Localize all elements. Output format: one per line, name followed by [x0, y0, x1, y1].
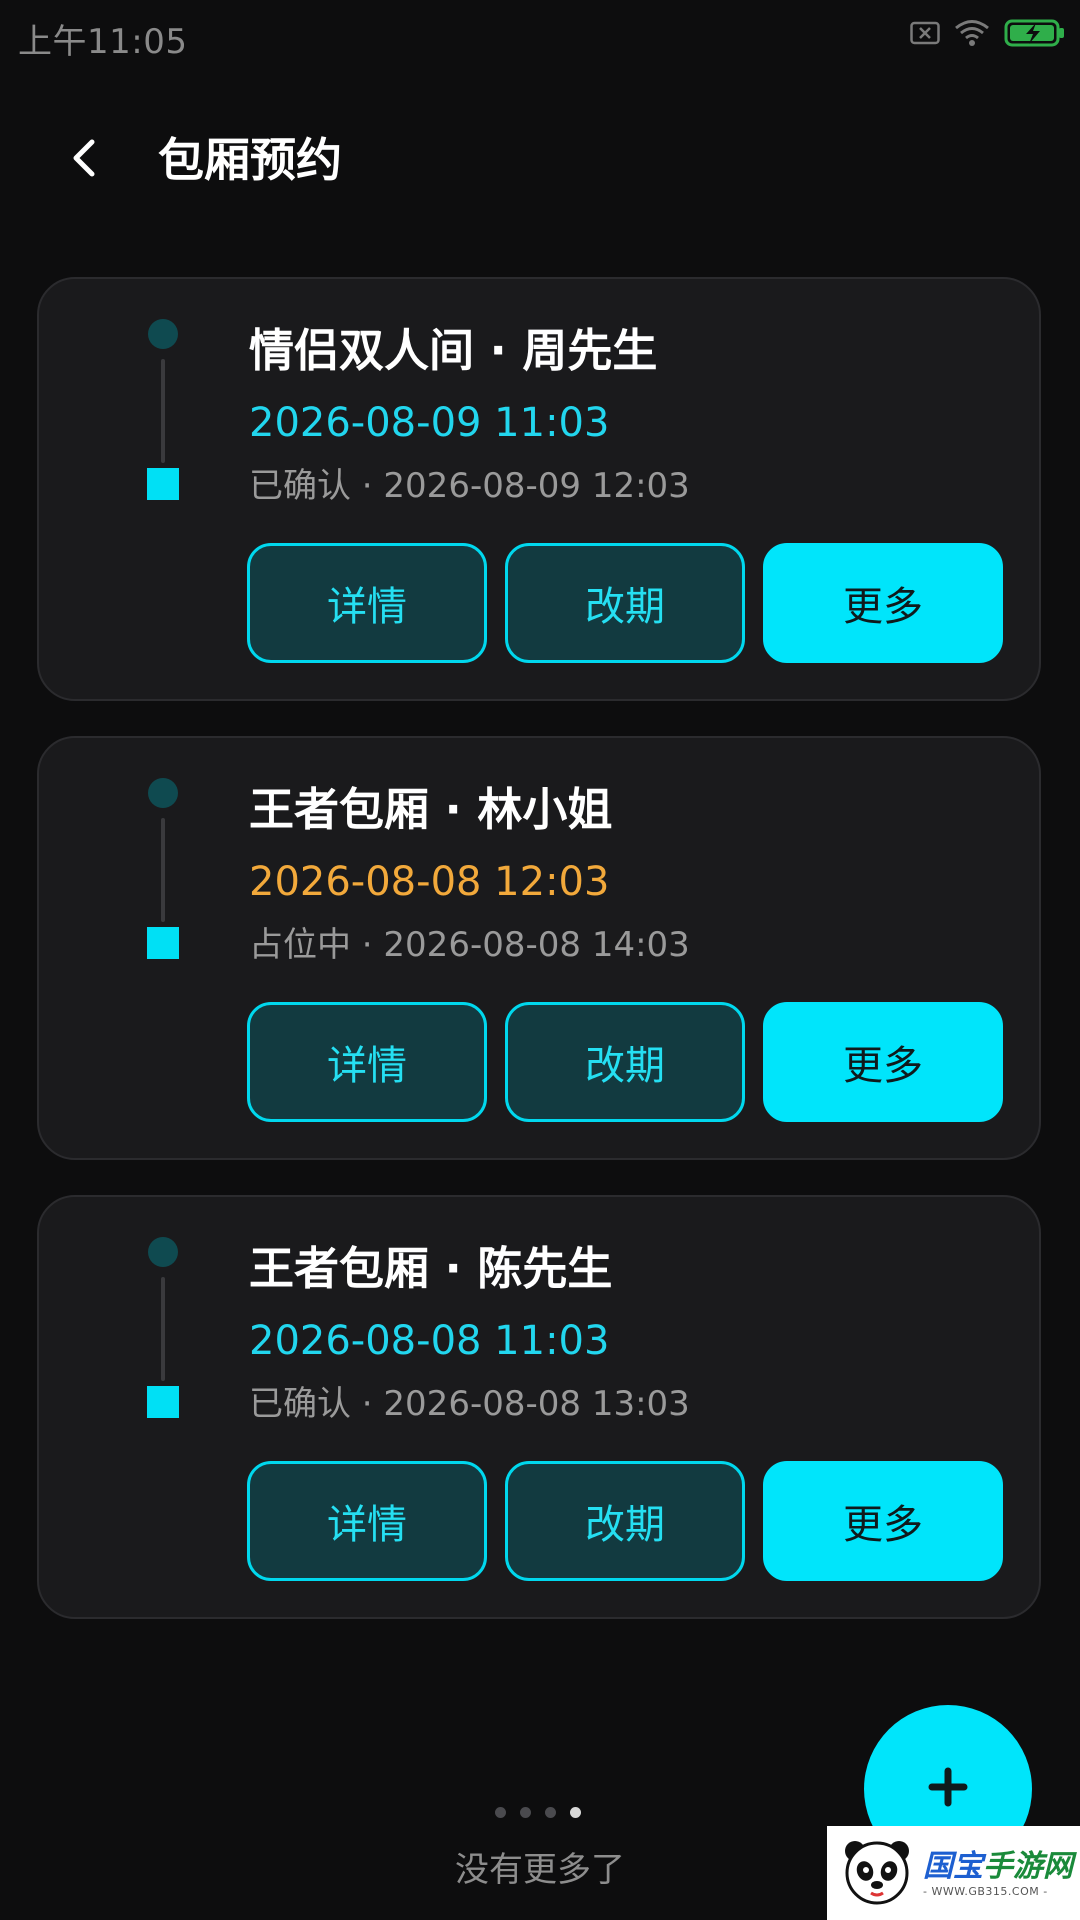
watermark-brand-part2: 手游网: [983, 1849, 1073, 1883]
details-button[interactable]: 详情: [247, 543, 487, 663]
plus-icon: [926, 1765, 970, 1813]
timeline-line: [161, 818, 165, 922]
panda-logo-icon: [841, 1835, 913, 1911]
timeline-start-dot: [148, 319, 178, 349]
more-button[interactable]: 更多: [763, 543, 1003, 663]
timeline-end-marker: [147, 468, 179, 500]
reschedule-button[interactable]: 改期: [505, 1461, 745, 1581]
reschedule-button[interactable]: 改期: [505, 1002, 745, 1122]
reschedule-button[interactable]: 改期: [505, 543, 745, 663]
page-dot-active: [570, 1807, 581, 1818]
details-button[interactable]: 详情: [247, 1002, 487, 1122]
details-button[interactable]: 详情: [247, 1461, 487, 1581]
booking-card: 王者包厢 · 林小姐 2026-08-08 12:03 占位中 · 2026-0…: [37, 736, 1041, 1160]
booking-title: 王者包厢 · 陈先生: [249, 1242, 613, 1295]
booking-card: 情侣双人间 · 周先生 2026-08-09 11:03 已确认 · 2026-…: [37, 277, 1041, 701]
timeline-line: [161, 359, 165, 463]
booking-time: 2026-08-09 11:03: [249, 400, 610, 446]
status-time: 上午11:05: [18, 22, 188, 62]
back-button[interactable]: [52, 128, 116, 192]
timeline-end-marker: [147, 927, 179, 959]
timeline-start-dot: [148, 1237, 178, 1267]
booking-title: 王者包厢 · 林小姐: [249, 783, 613, 836]
app-header: 包厢预约: [0, 110, 1080, 210]
timeline-end-marker: [147, 1386, 179, 1418]
page-dot: [545, 1807, 556, 1818]
status-bar: 上午11:05: [0, 0, 1080, 76]
watermark-url: - WWW.GB315.COM -: [923, 1884, 1048, 1898]
watermark-text: 国宝手游网 - WWW.GB315.COM -: [923, 1849, 1073, 1898]
watermark-brand: 国宝手游网: [923, 1849, 1073, 1885]
page-title: 包厢预约: [158, 133, 342, 187]
battery-charging-icon: [1004, 18, 1066, 52]
booking-time: 2026-08-08 12:03: [249, 859, 610, 905]
more-button[interactable]: 更多: [763, 1461, 1003, 1581]
booking-status: 占位中 · 2026-08-08 14:03: [249, 925, 690, 965]
more-button[interactable]: 更多: [763, 1002, 1003, 1122]
booking-status: 已确认 · 2026-08-08 13:03: [249, 1384, 690, 1424]
wifi-icon: [954, 19, 990, 51]
booking-title: 情侣双人间 · 周先生: [249, 324, 658, 377]
chevron-left-icon: [70, 138, 98, 182]
watermark: 国宝手游网 - WWW.GB315.COM -: [827, 1826, 1080, 1920]
booking-status: 已确认 · 2026-08-09 12:03: [249, 466, 690, 506]
page-dot: [495, 1807, 506, 1818]
booking-card: 王者包厢 · 陈先生 2026-08-08 11:03 已确认 · 2026-0…: [37, 1195, 1041, 1619]
timeline-line: [161, 1277, 165, 1381]
timeline-start-dot: [148, 778, 178, 808]
page-dot: [520, 1807, 531, 1818]
no-sim-icon: [910, 21, 940, 49]
booking-time: 2026-08-08 11:03: [249, 1318, 610, 1364]
page-indicator: [495, 1807, 581, 1818]
watermark-brand-part1: 国宝: [923, 1849, 983, 1883]
status-icons: [910, 18, 1066, 52]
